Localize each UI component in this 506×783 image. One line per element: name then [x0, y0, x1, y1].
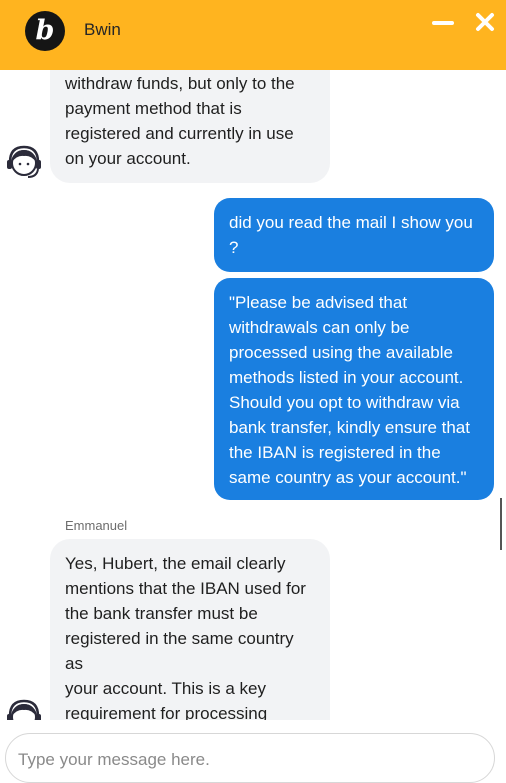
bwin-logo-icon: b — [25, 11, 65, 51]
minimize-icon — [432, 21, 454, 25]
message-list[interactable]: withdraw funds, but only to the payment … — [0, 70, 506, 720]
close-icon — [476, 13, 494, 31]
message-input[interactable] — [16, 746, 480, 774]
agent-message: Yes, Hubert, the email clearly mentions … — [50, 539, 330, 720]
agent-avatar-icon — [7, 145, 41, 178]
minimize-button[interactable] — [430, 13, 454, 33]
agent-avatar-icon — [7, 699, 41, 720]
close-button[interactable] — [474, 11, 496, 33]
user-message: "Please be advised that withdrawals can … — [214, 278, 494, 500]
agent-name-label: Emmanuel — [65, 518, 128, 533]
chat-title: Bwin — [84, 20, 121, 39]
logo-letter: b — [35, 15, 55, 46]
chat-header: b Bwin — [0, 0, 506, 70]
scrollbar-thumb[interactable] — [500, 498, 502, 550]
user-message: did you read the mail I show you ? — [214, 198, 494, 272]
agent-message: withdraw funds, but only to the payment … — [50, 70, 330, 183]
